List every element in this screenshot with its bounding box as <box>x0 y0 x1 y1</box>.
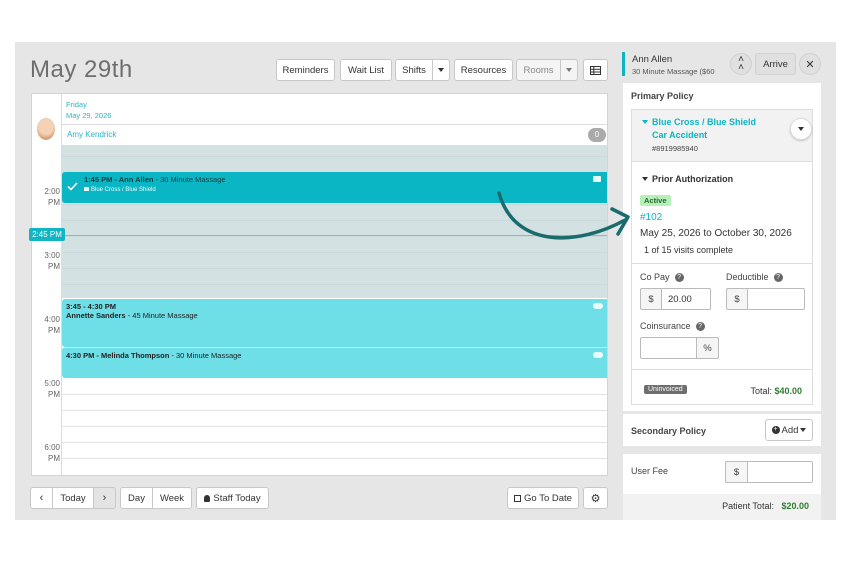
annotation-arrow-icon <box>497 191 630 240</box>
